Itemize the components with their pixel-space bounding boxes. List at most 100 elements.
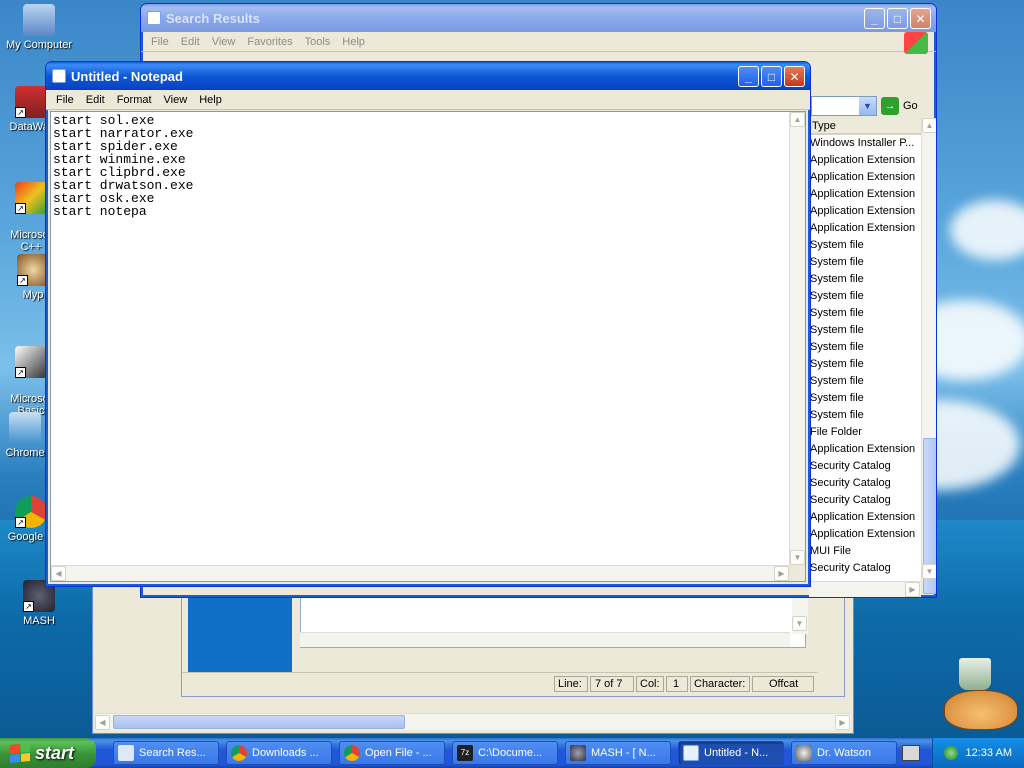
list-item[interactable]: System file — [809, 356, 921, 373]
menu-edit[interactable]: Edit — [80, 94, 111, 106]
list-item[interactable]: Windows Installer P... — [809, 135, 921, 152]
notepad-vscroll[interactable]: ▲ ▼ — [789, 112, 805, 565]
chrome-icon — [344, 745, 360, 761]
list-item[interactable]: Security Catalog — [809, 560, 921, 577]
list-item[interactable]: Application Extension — [809, 526, 921, 543]
list-item[interactable]: Application Extension — [809, 186, 921, 203]
menu-tools[interactable]: Tools — [299, 36, 337, 48]
scroll-left-button[interactable]: ◀ — [51, 566, 66, 581]
results-vscroll[interactable]: ▲ ▼ — [921, 118, 936, 594]
scroll-thumb[interactable] — [113, 715, 405, 729]
taskbar-item-search-results[interactable]: Search Res... — [113, 741, 219, 765]
taskbar-item-7zip[interactable]: 7z C:\Docume... — [452, 741, 558, 765]
menu-help[interactable]: Help — [193, 94, 228, 106]
list-item[interactable]: System file — [809, 373, 921, 390]
notepad-hscroll[interactable]: ◀ ▶ — [51, 565, 789, 581]
menu-file[interactable]: File — [50, 94, 80, 106]
list-item[interactable]: System file — [809, 271, 921, 288]
start-button[interactable]: start — [0, 738, 96, 768]
maximize-button[interactable]: □ — [887, 8, 908, 29]
list-item[interactable]: Application Extension — [809, 220, 921, 237]
list-item[interactable]: System file — [809, 407, 921, 424]
background-hscroll[interactable]: ◀ ▶ — [95, 713, 851, 730]
notepad-titlebar[interactable]: Untitled - Notepad _ □ ✕ — [46, 62, 810, 90]
line-value: 7 of 7 — [590, 676, 634, 692]
scroll-left-button[interactable]: ◀ — [95, 715, 110, 730]
dialog-hscroll[interactable] — [300, 632, 790, 647]
minimize-button[interactable]: _ — [738, 66, 759, 87]
desktop-icon-mash[interactable]: ↗ MASH — [2, 580, 76, 627]
scroll-right-button[interactable]: ▶ — [905, 582, 920, 597]
menu-view[interactable]: View — [206, 36, 242, 48]
taskbar: start Search Res... Downloads ... Open F… — [0, 738, 1024, 768]
character-label: Character: — [690, 676, 750, 692]
scroll-right-button[interactable]: ▶ — [774, 566, 789, 581]
search-results-titlebar[interactable]: Search Results _ □ ✕ — [141, 4, 936, 32]
scroll-right-button[interactable]: ▶ — [835, 715, 850, 730]
recycle-bin-icon — [959, 658, 991, 690]
list-item[interactable]: Application Extension — [809, 169, 921, 186]
results-list[interactable]: Type Windows Installer P... Application E… — [809, 118, 921, 584]
notepad-window[interactable]: Untitled - Notepad _ □ ✕ File Edit Forma… — [45, 61, 811, 587]
scroll-down-button[interactable]: ▼ — [792, 616, 807, 631]
column-header-type[interactable]: Type — [809, 118, 921, 135]
taskbar-item-label: Untitled - N... — [704, 747, 769, 759]
taskbar-item-downloads[interactable]: Downloads ... — [226, 741, 332, 765]
list-item[interactable]: Application Extension — [809, 152, 921, 169]
list-item[interactable]: System file — [809, 288, 921, 305]
chrome-folder-icon — [9, 412, 41, 444]
list-item[interactable]: System file — [809, 305, 921, 322]
taskbar-item-dr-watson[interactable]: Dr. Watson — [791, 741, 897, 765]
character-value: Offcat — [752, 676, 814, 692]
taskbar-item-mash[interactable]: MASH - [ N... — [565, 741, 671, 765]
menu-view[interactable]: View — [158, 94, 194, 106]
list-item[interactable]: File Folder — [809, 424, 921, 441]
resize-grip-icon[interactable] — [789, 565, 805, 581]
menu-file[interactable]: File — [145, 36, 175, 48]
list-item[interactable]: Security Catalog — [809, 458, 921, 475]
notepad-icon — [52, 69, 66, 83]
desktop-icon-label: My Computer — [5, 39, 73, 51]
menu-format[interactable]: Format — [111, 94, 158, 106]
close-button[interactable]: ✕ — [784, 66, 805, 87]
taskbar-item-notepad[interactable]: Untitled - N... — [678, 741, 784, 765]
taskbar-item-label: Dr. Watson — [817, 747, 871, 759]
list-item[interactable]: Application Extension — [809, 203, 921, 220]
list-item[interactable]: System file — [809, 237, 921, 254]
list-item[interactable]: System file — [809, 254, 921, 271]
clock[interactable]: 12:33 AM — [966, 747, 1012, 759]
close-button[interactable]: ✕ — [910, 8, 931, 29]
menu-edit[interactable]: Edit — [175, 36, 206, 48]
notepad-text-area[interactable]: start sol.exe start narrator.exe start s… — [50, 111, 806, 582]
computer-icon — [23, 4, 55, 36]
scroll-up-button[interactable]: ▲ — [790, 112, 805, 127]
menu-favorites[interactable]: Favorites — [241, 36, 298, 48]
list-item[interactable]: Security Catalog — [809, 475, 921, 492]
list-item[interactable]: MUI File — [809, 543, 921, 560]
keyboard-icon[interactable] — [902, 745, 920, 761]
list-item[interactable]: System file — [809, 339, 921, 356]
taskbar-item-open-file[interactable]: Open File - ... — [339, 741, 445, 765]
chevron-down-icon[interactable]: ▼ — [859, 97, 876, 115]
list-item[interactable]: Application Extension — [809, 441, 921, 458]
line-label: Line: — [554, 676, 588, 692]
list-item[interactable]: System file — [809, 322, 921, 339]
datawar-icon: ↗ — [15, 86, 47, 118]
visual-basic-icon: ↗ — [15, 346, 47, 378]
search-window-icon — [118, 745, 134, 761]
results-hscroll[interactable]: ▶ — [809, 581, 921, 597]
scroll-down-button[interactable]: ▼ — [790, 550, 805, 565]
windows-logo-icon — [904, 32, 928, 54]
desktop-icon-my-computer[interactable]: My Computer — [2, 4, 76, 51]
menu-help[interactable]: Help — [336, 36, 371, 48]
list-item[interactable]: System file — [809, 390, 921, 407]
list-item[interactable]: Security Catalog — [809, 492, 921, 509]
minimize-button[interactable]: _ — [864, 8, 885, 29]
maximize-button[interactable]: □ — [761, 66, 782, 87]
address-combo[interactable]: ▼ — [811, 96, 877, 116]
go-button[interactable]: → Go — [881, 96, 929, 116]
scroll-up-button[interactable]: ▲ — [922, 118, 936, 133]
list-item[interactable]: Application Extension — [809, 509, 921, 526]
scroll-down-button[interactable]: ▼ — [922, 564, 936, 579]
tray-network-icon[interactable] — [943, 746, 958, 760]
